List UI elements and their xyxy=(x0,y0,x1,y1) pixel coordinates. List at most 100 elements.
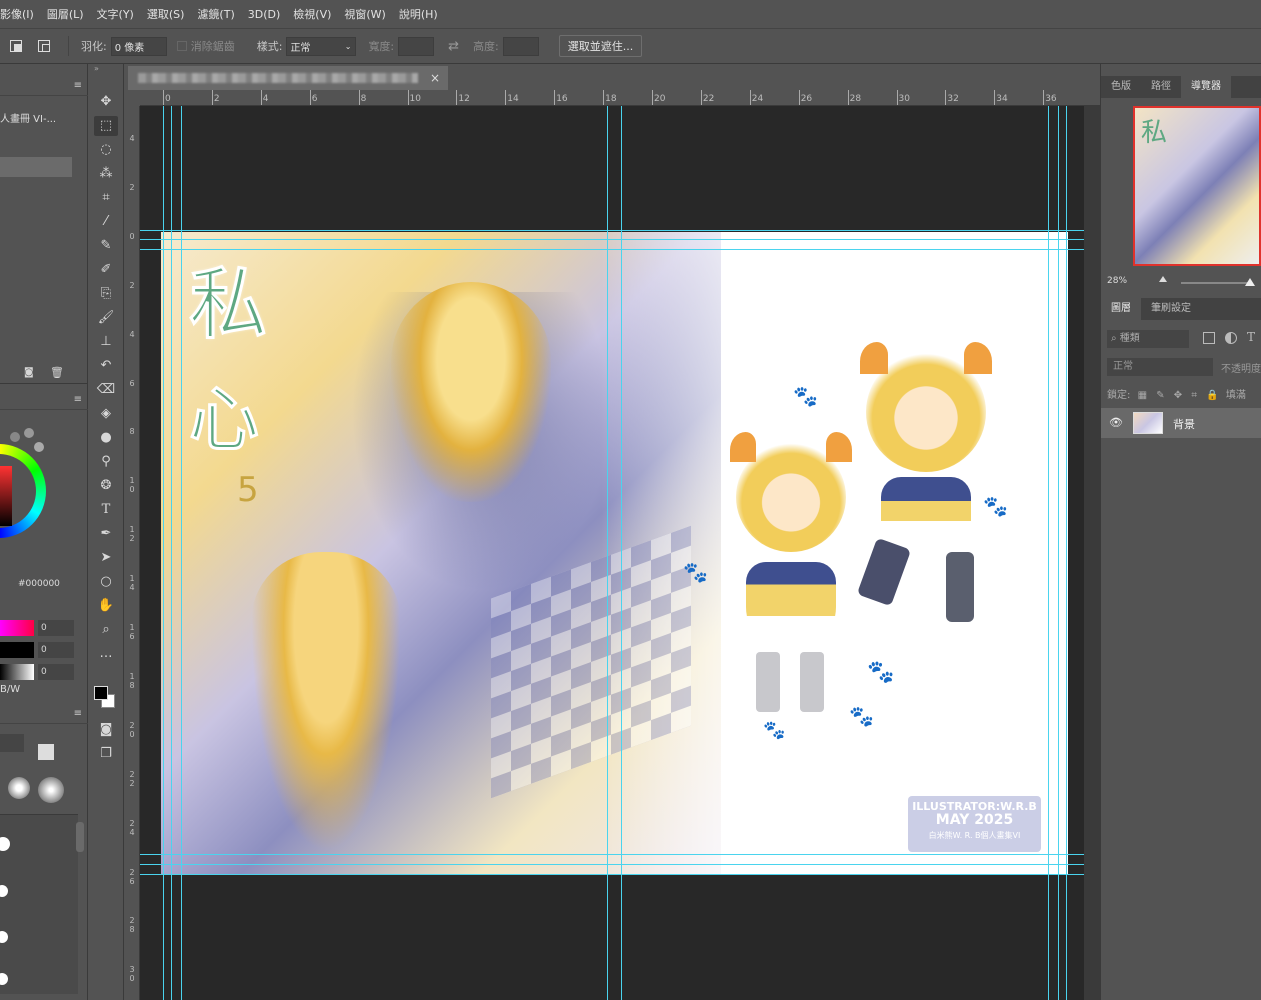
tab-channels[interactable]: 色版 xyxy=(1101,76,1141,98)
more-tools-icon[interactable]: … xyxy=(94,644,118,664)
zoom-slider[interactable] xyxy=(1181,282,1251,284)
zoom-value[interactable]: 28% xyxy=(1107,276,1127,286)
brush-item[interactable] xyxy=(0,885,8,897)
zoom-out-icon[interactable] xyxy=(1159,276,1167,282)
width-input[interactable] xyxy=(398,36,435,56)
guide-horizontal[interactable] xyxy=(140,874,1084,875)
collapse-icon[interactable]: » xyxy=(94,64,99,73)
guide-vertical[interactable] xyxy=(181,106,182,1000)
filter-adjust-icon[interactable] xyxy=(1225,332,1237,344)
tab-layers[interactable]: 圖層 xyxy=(1101,298,1141,320)
eye-icon[interactable]: 👁 xyxy=(1109,416,1123,429)
menu-select[interactable]: 選取(S) xyxy=(147,6,185,22)
screen-mode-icon[interactable]: ❐ xyxy=(94,744,118,764)
quick-mask-icon[interactable]: ◙ xyxy=(94,720,118,740)
slider-red[interactable] xyxy=(0,620,34,636)
marquee-tool-icon[interactable]: ⬚ xyxy=(94,116,118,136)
vertical-ruler[interactable]: 4 2 0 2 4 6 8 1 0 1 2 1 4 1 6 1 8 2 0 2 2 2 4 2 6 2 8 3 0 xyxy=(124,106,140,1000)
magic-wand-icon[interactable]: ⁂ xyxy=(94,164,118,184)
slider-green-value[interactable]: 0 xyxy=(38,642,74,658)
close-icon[interactable]: × xyxy=(430,71,440,85)
brush-item[interactable] xyxy=(0,837,10,851)
subtract-selection-icon[interactable] xyxy=(38,40,50,52)
guide-horizontal[interactable] xyxy=(140,249,1084,250)
lock-paint-icon[interactable]: ✎ xyxy=(1156,390,1164,401)
menu-filter[interactable]: 濾鏡(T) xyxy=(197,6,234,22)
history-item-selected[interactable] xyxy=(0,157,72,177)
guide-horizontal[interactable] xyxy=(140,239,1084,240)
slider-blue[interactable] xyxy=(0,664,34,680)
type-tool-icon[interactable]: T xyxy=(94,500,118,520)
height-input[interactable] xyxy=(502,36,539,56)
lock-move-icon[interactable]: ✥ xyxy=(1174,390,1182,401)
document-tab[interactable]: × xyxy=(128,66,448,90)
slider-red-value[interactable]: 0 xyxy=(38,620,74,636)
paint-bucket-icon[interactable]: ◈ xyxy=(94,404,118,424)
trash-icon[interactable]: 🗑 xyxy=(50,366,64,379)
menu-image[interactable]: 影像(I) xyxy=(0,6,34,22)
tab-navigator[interactable]: 導覽器 xyxy=(1181,76,1231,98)
antialias-checkbox[interactable] xyxy=(176,41,187,51)
stamp-tool-icon[interactable]: ⊥ xyxy=(94,332,118,352)
brush-scrollbar[interactable] xyxy=(76,822,84,852)
blur-tool-icon[interactable]: ● xyxy=(94,428,118,448)
guide-vertical[interactable] xyxy=(1066,106,1067,1000)
hex-readout[interactable]: #000000 xyxy=(18,579,60,589)
clone-stamp-icon[interactable]: ⎘ xyxy=(94,284,118,304)
menu-layer[interactable]: 圖層(L) xyxy=(47,6,84,22)
filter-image-icon[interactable] xyxy=(1203,332,1215,344)
hand-tool-icon[interactable]: ✋ xyxy=(94,596,118,616)
brush-preset-soft[interactable] xyxy=(8,777,30,799)
eyedropper-icon[interactable]: ⁄ xyxy=(94,212,118,232)
brush-tool-icon[interactable]: 🖌 xyxy=(94,308,118,328)
menu-3d[interactable]: 3D(D) xyxy=(248,8,281,21)
menu-window[interactable]: 視窗(W) xyxy=(344,6,385,22)
navigator-thumbnail[interactable]: 私 xyxy=(1133,106,1261,266)
history-item[interactable]: 人畫冊 VI-... xyxy=(0,110,88,125)
menu-help[interactable]: 說明(H) xyxy=(399,6,438,22)
horizontal-ruler[interactable]: 0 2 4 6 8 10 12 14 16 18 20 22 24 26 28 30 32 34 36 xyxy=(140,90,1100,106)
artwork-canvas[interactable]: 私 心 5 🐾 🐾 🐾 🐾 🐾 🐾 ILLUSTRATOR:W.R.B MAY … xyxy=(161,232,1068,874)
lock-all-icon[interactable]: 🔒 xyxy=(1206,390,1218,401)
sponge-tool-icon[interactable]: ❂ xyxy=(94,476,118,496)
tab-brush-settings[interactable]: 筆刷設定 xyxy=(1141,298,1201,320)
select-and-mask-button[interactable]: 選取並遮住... xyxy=(558,35,643,57)
guide-vertical[interactable] xyxy=(1058,106,1059,1000)
menu-type[interactable]: 文字(Y) xyxy=(97,6,134,22)
blend-mode-select[interactable]: 正常 xyxy=(1107,358,1213,376)
brush-item[interactable] xyxy=(0,931,8,943)
brush-item[interactable] xyxy=(0,973,8,985)
guide-vertical[interactable] xyxy=(1048,106,1049,1000)
eraser-tool-icon[interactable]: ⌫ xyxy=(94,380,118,400)
layer-row-background[interactable]: 👁 背景 xyxy=(1101,408,1261,438)
ellipse-tool-icon[interactable]: ○ xyxy=(94,572,118,592)
path-selection-icon[interactable]: ➤ xyxy=(94,548,118,568)
healing-brush-icon[interactable]: ✎ xyxy=(94,236,118,256)
color-wheel[interactable] xyxy=(0,444,46,538)
slider-green[interactable] xyxy=(0,642,34,658)
guide-horizontal[interactable] xyxy=(140,854,1084,855)
history-brush-icon[interactable]: ↶ xyxy=(94,356,118,376)
add-selection-icon[interactable] xyxy=(10,40,22,52)
panel-menu-icon[interactable]: ≡ xyxy=(74,708,82,719)
pencil-tool-icon[interactable]: ✐ xyxy=(94,260,118,280)
guide-horizontal[interactable] xyxy=(140,230,1084,231)
menu-view[interactable]: 檢視(V) xyxy=(293,6,331,22)
brush-size-box[interactable] xyxy=(0,734,24,752)
guide-vertical[interactable] xyxy=(171,106,172,1000)
tab-paths[interactable]: 路徑 xyxy=(1141,76,1181,98)
guide-vertical[interactable] xyxy=(621,106,622,1000)
style-select[interactable]: 正常 ⌄ xyxy=(286,36,357,56)
layer-filter-select[interactable]: ⌕ 種類 xyxy=(1107,330,1189,348)
lock-artboard-icon[interactable]: ⌗ xyxy=(1191,390,1197,401)
slider-blue-value[interactable]: 0 xyxy=(38,664,74,680)
guide-horizontal[interactable] xyxy=(140,864,1084,865)
swap-icon[interactable]: ⇄ xyxy=(448,39,459,54)
document-scrollbar[interactable] xyxy=(1084,106,1100,1000)
brush-options-icon[interactable] xyxy=(38,744,54,760)
camera-icon[interactable]: ◙ xyxy=(24,367,34,378)
move-tool-icon[interactable]: ✥ xyxy=(94,92,118,112)
brush-preset-soft-2[interactable] xyxy=(38,777,64,803)
lasso-tool-icon[interactable]: ◌ xyxy=(94,140,118,160)
lock-pixels-icon[interactable]: ▦ xyxy=(1138,390,1147,401)
